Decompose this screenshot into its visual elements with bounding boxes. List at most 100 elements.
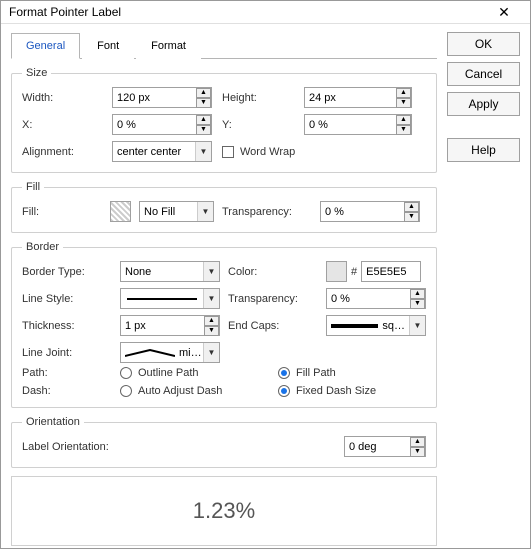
color-input[interactable] [361, 261, 421, 282]
thickness-field[interactable]: ▲▼ [120, 315, 220, 336]
main-panel: General Font Format Size Width: ▲▼ Heigh… [11, 32, 437, 546]
line-joint-label: Line Joint: [22, 347, 112, 359]
border-trans-spin-up[interactable]: ▲ [410, 289, 425, 299]
line-style-label: Line Style: [22, 293, 112, 305]
path-fill-radio[interactable]: Fill Path [278, 367, 418, 379]
dash-fixed-radio[interactable]: Fixed Dash Size [278, 385, 418, 397]
height-spin-up[interactable]: ▲ [396, 88, 411, 98]
y-spin-down[interactable]: ▼ [396, 125, 411, 135]
border-trans-input[interactable] [327, 291, 410, 307]
y-label: Y: [222, 119, 294, 131]
chevron-down-icon: ▼ [197, 202, 213, 221]
border-type-value: None [121, 264, 203, 280]
line-joint-dropdown[interactable]: mi… ▼ [120, 342, 220, 363]
thickness-spin-down[interactable]: ▼ [204, 326, 219, 336]
path-outline-label: Outline Path [138, 367, 199, 379]
thickness-spin-up[interactable]: ▲ [204, 316, 219, 326]
help-button[interactable]: Help [447, 138, 520, 162]
height-label: Height: [222, 92, 294, 104]
titlebar: Format Pointer Label ✕ [1, 1, 530, 24]
orientation-legend: Orientation [22, 416, 84, 428]
thickness-input[interactable] [121, 318, 204, 334]
wordwrap-label: Word Wrap [240, 146, 295, 158]
wordwrap-checkbox[interactable] [222, 146, 234, 158]
y-field[interactable]: ▲▼ [304, 114, 412, 135]
line-style-dropdown[interactable]: ▼ [120, 288, 220, 309]
path-fill-label: Fill Path [296, 367, 336, 379]
thickness-label: Thickness: [22, 320, 112, 332]
content-area: General Font Format Size Width: ▲▼ Heigh… [1, 24, 530, 556]
fill-label: Fill: [22, 206, 102, 218]
preview-text: 1.23% [193, 498, 255, 524]
height-field[interactable]: ▲▼ [304, 87, 412, 108]
preview-area: 1.23% [11, 476, 437, 546]
fill-value: No Fill [140, 204, 197, 220]
width-field[interactable]: ▲▼ [112, 87, 212, 108]
dash-fixed-label: Fixed Dash Size [296, 385, 376, 397]
dialog-window: Format Pointer Label ✕ General Font Form… [0, 0, 531, 549]
radio-icon [120, 367, 132, 379]
border-trans-label: Transparency: [228, 293, 318, 305]
chevron-down-icon: ▼ [203, 262, 219, 281]
fill-trans-spin-down[interactable]: ▼ [404, 212, 419, 222]
color-label: Color: [228, 266, 318, 278]
fill-dropdown[interactable]: No Fill ▼ [139, 201, 214, 222]
radio-icon [120, 385, 132, 397]
fill-trans-spin-up[interactable]: ▲ [404, 202, 419, 212]
x-field[interactable]: ▲▼ [112, 114, 212, 135]
fill-swatch[interactable] [110, 201, 131, 222]
path-label: Path: [22, 367, 112, 379]
close-icon: ✕ [498, 4, 510, 21]
cancel-button[interactable]: Cancel [447, 62, 520, 86]
apply-button[interactable]: Apply [447, 92, 520, 116]
dash-auto-radio[interactable]: Auto Adjust Dash [120, 385, 270, 397]
height-spin-down[interactable]: ▼ [396, 98, 411, 108]
border-trans-spin-down[interactable]: ▼ [410, 299, 425, 309]
alignment-label: Alignment: [22, 146, 102, 158]
endcaps-preview: sq… [327, 318, 409, 334]
x-spin-up[interactable]: ▲ [196, 115, 211, 125]
tab-format[interactable]: Format [136, 33, 201, 59]
width-label: Width: [22, 92, 102, 104]
fill-legend: Fill [22, 181, 44, 193]
alignment-value: center center [113, 144, 195, 160]
x-spin-down[interactable]: ▼ [196, 125, 211, 135]
radio-icon [278, 385, 290, 397]
y-input[interactable] [305, 117, 396, 133]
orientation-field[interactable]: ▲▼ [344, 436, 426, 457]
orientation-input[interactable] [345, 439, 410, 455]
color-hash: # [351, 266, 357, 278]
border-trans-field[interactable]: ▲▼ [326, 288, 426, 309]
orientation-spin-up[interactable]: ▲ [410, 437, 425, 447]
border-type-dropdown[interactable]: None ▼ [120, 261, 220, 282]
ok-button[interactable]: OK [447, 32, 520, 56]
width-input[interactable] [113, 90, 196, 106]
size-group: Size Width: ▲▼ Height: ▲▼ X: ▲▼ [11, 67, 437, 173]
border-legend: Border [22, 241, 63, 253]
x-input[interactable] [113, 117, 196, 133]
alignment-dropdown[interactable]: center center ▼ [112, 141, 212, 162]
fill-trans-input[interactable] [321, 204, 404, 220]
chevron-down-icon: ▼ [203, 343, 219, 362]
border-group: Border Border Type: None ▼ Color: # Line… [11, 241, 437, 408]
orientation-spin-down[interactable]: ▼ [410, 447, 425, 457]
close-button[interactable]: ✕ [486, 1, 522, 23]
tab-general[interactable]: General [11, 33, 80, 59]
height-input[interactable] [305, 90, 396, 106]
size-legend: Size [22, 67, 51, 79]
endcaps-dropdown[interactable]: sq… ▼ [326, 315, 426, 336]
border-type-label: Border Type: [22, 266, 112, 278]
width-spin-down[interactable]: ▼ [196, 98, 211, 108]
line-style-preview [121, 296, 203, 302]
color-swatch[interactable] [326, 261, 347, 282]
fill-trans-field[interactable]: ▲▼ [320, 201, 420, 222]
window-title: Format Pointer Label [9, 5, 121, 19]
fill-group: Fill Fill: No Fill ▼ Transparency: ▲▼ [11, 181, 437, 233]
y-spin-up[interactable]: ▲ [396, 115, 411, 125]
x-label: X: [22, 119, 102, 131]
width-spin-up[interactable]: ▲ [196, 88, 211, 98]
path-outline-radio[interactable]: Outline Path [120, 367, 270, 379]
tab-font[interactable]: Font [82, 33, 134, 59]
chevron-down-icon: ▼ [409, 316, 425, 335]
button-column: OK Cancel Apply Help [447, 32, 520, 546]
